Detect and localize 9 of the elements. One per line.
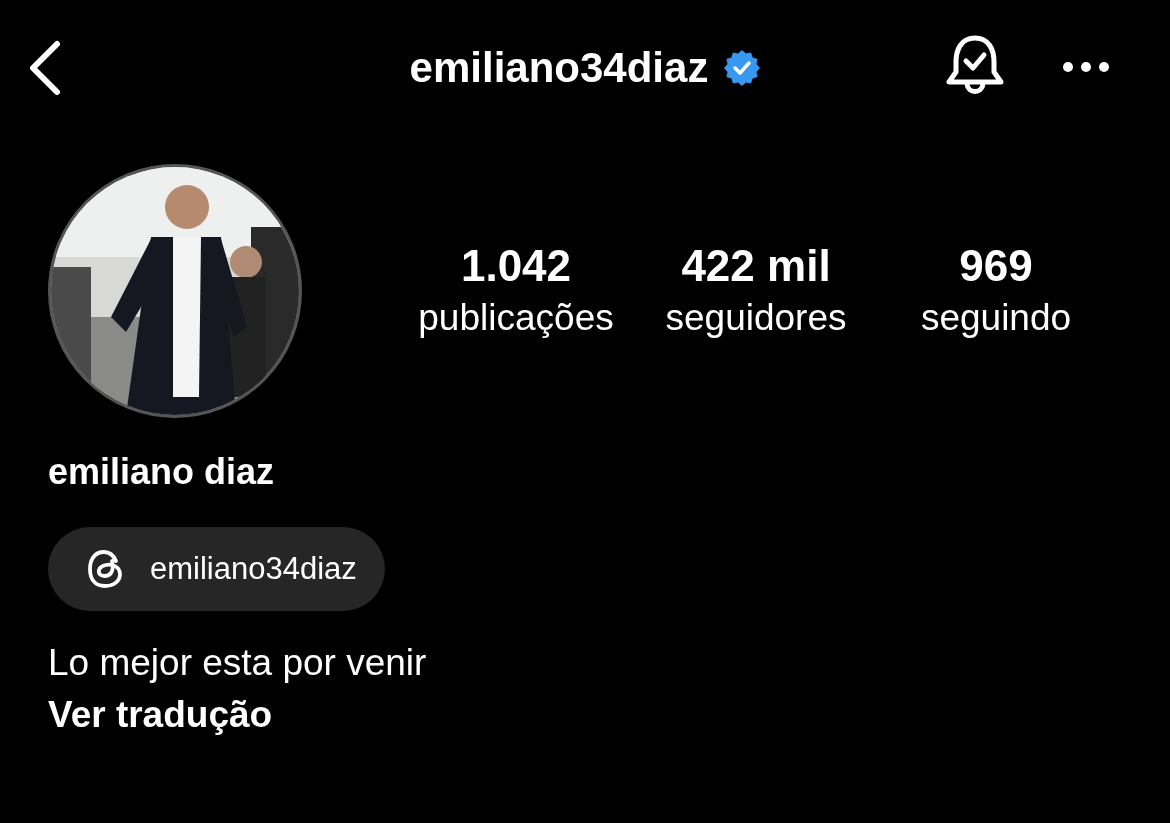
threads-badge-button[interactable]: emiliano34diaz	[48, 527, 385, 611]
more-options-icon[interactable]	[1061, 60, 1111, 74]
translate-link[interactable]: Ver tradução	[48, 689, 273, 741]
stat-counter[interactable]: 1.042 publicações	[410, 239, 622, 343]
profile-username: emiliano34diaz	[409, 44, 709, 92]
stat-counter[interactable]: 422 mil seguidores	[650, 239, 862, 343]
stat-counter[interactable]: 969 seguindo	[890, 239, 1102, 343]
profile-name: emiliano diaz	[48, 450, 276, 494]
profile-bio: Lo mejor esta por venir	[48, 641, 428, 685]
